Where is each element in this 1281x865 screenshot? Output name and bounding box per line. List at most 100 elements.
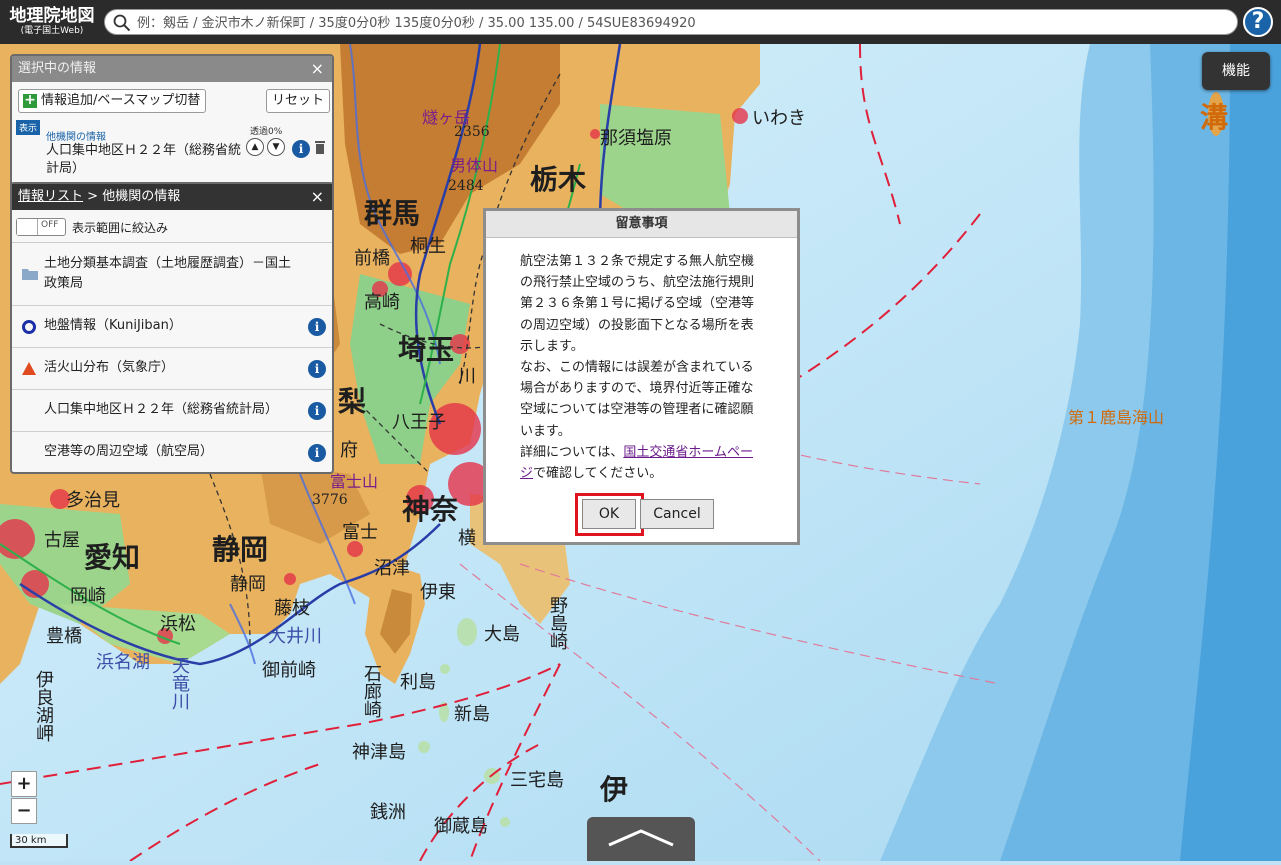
search-box [104, 9, 1238, 35]
map-label-kashima-kaizan: 第１鹿島海山 [1068, 408, 1165, 427]
scale-bar: 30 km [10, 834, 68, 848]
map-label-yokohama: 横 [458, 528, 476, 549]
list-item-label: 人口集中地区Ｈ２２年（総務省統計局） [44, 402, 279, 417]
filter-toggle[interactable]: OFF [16, 218, 66, 236]
dialog-paragraph: 航空法第１３２条で規定する無人航空機の飛行禁止空域のうち、航空法施行規則第２３６… [520, 254, 755, 354]
cancel-button[interactable]: Cancel [640, 499, 714, 529]
search-input[interactable] [135, 12, 1229, 34]
toggle-knob [17, 219, 38, 235]
info-list-panel: 情報リスト > 他機関の情報 × OFF 表示範囲に絞込み 土地分類基本調査（土… [10, 182, 334, 474]
map-label-hamamatsu: 浜松 [160, 614, 196, 635]
logo-title: 地理院地図 [9, 6, 95, 26]
breadcrumb-current: 他機関の情報 [102, 189, 181, 204]
map-label-miyakejima: 三宅島 [510, 770, 564, 791]
dialog-text: で確認してください。 [533, 466, 663, 482]
layer-title[interactable]: 人口集中地区Ｈ２２年（総務省統計局） [46, 142, 246, 178]
dialog-paragraph: なお、この情報には誤差が含まれている場合がありますので、境界付近等正確な空域につ… [520, 360, 754, 439]
map-label-izu: 伊 [600, 773, 629, 806]
map-label-aichi: 愛知 [84, 541, 141, 574]
plus-icon: + [23, 92, 37, 108]
display-toggle-badge[interactable]: 表示 [16, 120, 41, 135]
selected-panel-titlebar[interactable]: 選択中の情報 × [12, 56, 332, 82]
map-label-okazaki: 岡崎 [70, 586, 106, 607]
dialog-paragraph: 詳細については、国土交通省ホームページで確認してください。 [520, 442, 764, 484]
triangle-icon [22, 362, 36, 375]
reset-button[interactable]: リセット [266, 89, 330, 113]
layer-category: 他機関の情報 [46, 132, 106, 143]
chevron-up-icon [608, 829, 674, 847]
expand-panel-button[interactable] [587, 817, 695, 861]
map-label-kawa: 川 [458, 366, 476, 387]
map-label-kosai: 古屋 [44, 530, 80, 551]
header-bar: 地理院地図 (電子国土Web) ? [0, 0, 1281, 44]
map-label-tenryu: 天竜川 [169, 656, 190, 710]
map-label-yamanashi: 梨 [338, 385, 367, 418]
add-info-button[interactable]: + 情報追加/ベースマップ切替 [18, 89, 206, 113]
map-label-nasushiobara: 那須塩原 [600, 128, 672, 149]
info-icon[interactable]: i [308, 318, 326, 336]
dialog-text: 詳細については、 [520, 444, 624, 460]
gsi-logo[interactable]: 地理院地図 (電子国土Web) [4, 6, 100, 42]
dialog-title: 留意事項 [486, 211, 797, 238]
help-button[interactable]: ? [1243, 7, 1273, 37]
map-label-numazu: 沼津 [374, 558, 410, 579]
filter-row: OFF 表示範囲に絞込み [12, 212, 332, 243]
info-icon[interactable]: i [308, 402, 326, 420]
search-icon[interactable] [113, 14, 131, 32]
map-label-omaezaki: 御前崎 [262, 660, 316, 681]
map-label-oshima: 大島 [484, 624, 520, 645]
trash-icon[interactable] [314, 140, 326, 154]
list-item[interactable]: 土地分類基本調査（土地履歴調査）－国土政策局 [12, 244, 332, 306]
info-icon[interactable]: i [292, 140, 310, 158]
map-label-zenisu: 銭洲 [370, 802, 406, 823]
info-icon[interactable]: i [308, 360, 326, 378]
list-item-label: 活火山分布（気象庁） [44, 360, 175, 375]
map-label-fu: 府 [340, 440, 358, 461]
map-label-fujisan: 富士山 [330, 472, 379, 491]
map-label-iragomisaki: 伊良湖岬 [33, 670, 54, 742]
list-item-label: 土地分類基本調査（土地履歴調査）－国土政策局 [44, 256, 292, 291]
folder-icon [22, 269, 38, 280]
map-label-trench: 溝 [1200, 101, 1229, 134]
list-item[interactable]: 地盤情報（KuniJiban） i [12, 306, 332, 348]
map-label-oigawa: 大井川 [268, 626, 322, 647]
map-label-saitama: 埼玉 [398, 333, 455, 366]
map-label-gunma: 群馬 [364, 197, 421, 230]
map-label-takasaki: 高崎 [364, 292, 400, 313]
map-label-irozaki: 石廊崎 [361, 664, 382, 718]
circle-icon [22, 320, 36, 334]
breadcrumb-info-list[interactable]: 情報リスト [18, 189, 83, 204]
close-icon[interactable]: × [311, 56, 324, 82]
move-down-button[interactable]: ▼ [267, 138, 285, 156]
filter-label: 表示範囲に絞込み [72, 221, 169, 235]
map-label-nantai-elev: 2484 [448, 178, 484, 194]
close-icon[interactable]: × [311, 184, 324, 210]
map-label-hachioji: 八王子 [392, 412, 446, 433]
map-label-hiuchi-elev: 2356 [454, 124, 490, 140]
map-label-toyohashi: 豊橋 [46, 626, 82, 647]
map-label-tajimi: 多治見 [66, 490, 120, 511]
map-label-kiryu: 桐生 [410, 236, 446, 257]
map-label-ito: 伊東 [420, 582, 456, 603]
toggle-state: OFF [41, 220, 59, 230]
map-label-maebashi: 前橋 [354, 248, 390, 269]
map-label-toshima: 利島 [400, 672, 436, 693]
list-item[interactable]: 空港等の周辺空域（航空局） i [12, 432, 332, 472]
breadcrumb-separator: > [83, 189, 103, 204]
list-item[interactable]: 活火山分布（気象庁） i [12, 348, 332, 390]
info-icon[interactable]: i [308, 444, 326, 462]
map-label-kanagawa: 神奈 [402, 493, 459, 526]
ok-button[interactable]: OK [582, 499, 636, 529]
zoom-in-button[interactable]: + [11, 771, 37, 797]
list-item[interactable]: 人口集中地区Ｈ２２年（総務省統計局） i [12, 390, 332, 432]
list-item-label: 地盤情報（KuniJiban） [44, 318, 182, 333]
zoom-out-button[interactable]: − [11, 798, 37, 824]
map-label-hamanako: 浜名湖 [96, 652, 150, 673]
function-menu-button[interactable]: 機能 [1202, 52, 1270, 90]
map-label-shizuoka-pref: 静岡 [212, 533, 269, 566]
map-label-tochigi: 栃木 [530, 163, 587, 196]
move-up-button[interactable]: ▲ [246, 138, 264, 156]
logo-subtitle: (電子国土Web) [20, 26, 84, 36]
map-label-iwaki: いわき [752, 108, 806, 129]
map-label-mikurajima: 御蔵島 [434, 816, 488, 837]
